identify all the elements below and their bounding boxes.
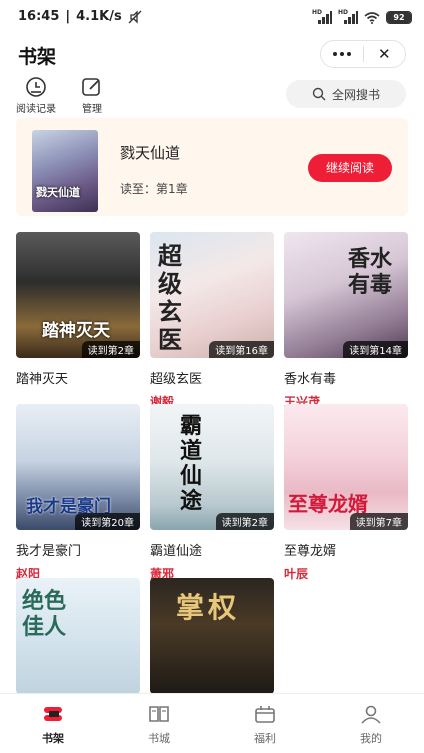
header: 书架 ✕ <box>0 34 424 76</box>
continue-reading-button[interactable]: 继续阅读 <box>308 154 392 182</box>
battery-icon: 92 <box>386 10 412 24</box>
capsule-menu: ✕ <box>320 40 406 68</box>
signal-icon: HD <box>312 9 332 24</box>
manage-button[interactable]: 管理 <box>70 76 114 115</box>
book-cover[interactable]: 绝色佳人 <box>16 578 140 694</box>
book-icon <box>149 706 169 722</box>
search-icon <box>312 87 326 101</box>
bookshelf-icon <box>44 707 62 721</box>
status-left: 16:45 | 4.1K/s <box>18 9 142 24</box>
battery-level: 92 <box>393 12 405 22</box>
signal-icon-2: HD <box>338 9 358 24</box>
progress-badge: 读到第2章 <box>81 341 140 358</box>
progress-badge: 读到第2章 <box>215 513 274 530</box>
history-label: 阅读记录 <box>16 104 56 115</box>
recent-cover-text: 戮天仙道 <box>36 186 80 199</box>
tab-label: 书城 <box>148 732 170 745</box>
cover-text: 香水有毒 <box>348 246 393 298</box>
toolbar: 阅读记录 管理 全网搜书 <box>0 76 424 116</box>
book-cover[interactable]: 超级玄医 读到第16章 <box>150 232 274 358</box>
tab-label: 我的 <box>360 732 382 745</box>
book-cover[interactable]: 我才是豪门 读到第20章 <box>16 404 140 530</box>
progress-badge: 读到第16章 <box>209 341 274 358</box>
user-icon <box>361 705 381 724</box>
book-item[interactable]: 踏神灭天 读到第2章 踏神灭天 <box>16 232 140 393</box>
book-title: 超级玄医 <box>150 372 203 387</box>
search-label: 全网搜书 <box>331 87 380 102</box>
clock-icon <box>26 77 46 97</box>
book-cover[interactable]: 香水有毒 读到第14章 <box>284 232 408 358</box>
book-title: 踏神灭天 <box>16 372 69 387</box>
recent-book-title: 戮天仙道 <box>120 144 181 162</box>
tab-bookshelf[interactable]: 书架 <box>0 704 106 746</box>
cover-text: 霸道仙途 <box>180 413 203 514</box>
book-author: 叶辰 <box>284 567 309 581</box>
book-item[interactable]: 至尊龙婿 读到第7章 至尊龙婿 叶辰 <box>284 404 408 582</box>
progress-badge: 读到第7章 <box>349 513 408 530</box>
status-right: HD HD 92 <box>312 9 412 24</box>
book-cover[interactable]: 踏神灭天 读到第2章 <box>16 232 140 358</box>
manage-label: 管理 <box>82 104 102 115</box>
wifi-icon <box>364 11 380 24</box>
book-title: 霸道仙途 <box>150 544 203 559</box>
gift-icon <box>255 706 275 723</box>
cover-text: 绝色佳人 <box>22 588 67 640</box>
tab-bookstore[interactable]: 书城 <box>106 704 212 746</box>
book-title: 我才是豪门 <box>16 544 82 559</box>
book-item[interactable]: 掌权 <box>150 578 274 694</box>
tab-welfare[interactable]: 福利 <box>212 704 318 746</box>
muted-icon <box>128 9 142 24</box>
book-item[interactable]: 霸道仙途 读到第2章 霸道仙途 萧邪 <box>150 404 274 582</box>
cover-text: 踏神灭天 <box>42 321 110 341</box>
history-button[interactable]: 阅读记录 <box>14 76 58 115</box>
book-item[interactable]: 超级玄医 读到第16章 超级玄医 谢毅 <box>150 232 274 410</box>
tab-label: 书架 <box>42 732 64 745</box>
close-icon: ✕ <box>377 45 391 63</box>
cover-text: 超级玄医 <box>158 241 182 354</box>
status-bar: 16:45 | 4.1K/s HD HD 92 <box>0 0 424 34</box>
status-speed: 4.1K/s <box>76 9 122 24</box>
more-button[interactable] <box>321 41 363 67</box>
book-title: 香水有毒 <box>284 372 337 387</box>
bottom-tab-bar: 书架 书城 福利 我的 <box>0 693 424 753</box>
cover-text: 掌权 <box>176 591 241 624</box>
book-title: 至尊龙婿 <box>284 544 337 559</box>
tab-profile[interactable]: 我的 <box>318 704 424 746</box>
more-icon <box>332 52 337 56</box>
edit-icon <box>82 78 100 96</box>
book-cover[interactable]: 至尊龙婿 读到第7章 <box>284 404 408 530</box>
close-button[interactable]: ✕ <box>364 41 406 67</box>
book-item[interactable]: 香水有毒 读到第14章 香水有毒 王兴茂 <box>284 232 408 410</box>
recent-reading-card[interactable]: 戮天仙道 戮天仙道 读至：第1章 继续阅读 <box>16 118 408 216</box>
tab-label: 福利 <box>254 732 276 745</box>
search-button[interactable]: 全网搜书 <box>286 80 406 108</box>
page-title: 书架 <box>18 46 57 68</box>
book-cover[interactable]: 霸道仙途 读到第2章 <box>150 404 274 530</box>
status-time: 16:45 <box>18 9 60 24</box>
progress-badge: 读到第20章 <box>75 513 140 530</box>
status-separator: | <box>65 9 71 24</box>
recent-book-progress: 读至：第1章 <box>120 182 188 196</box>
progress-badge: 读到第14章 <box>343 341 408 358</box>
book-item[interactable]: 我才是豪门 读到第20章 我才是豪门 赵阳 <box>16 404 140 582</box>
book-cover[interactable]: 掌权 <box>150 578 274 694</box>
book-item[interactable]: 绝色佳人 <box>16 578 140 694</box>
recent-book-cover[interactable]: 戮天仙道 <box>32 130 98 212</box>
